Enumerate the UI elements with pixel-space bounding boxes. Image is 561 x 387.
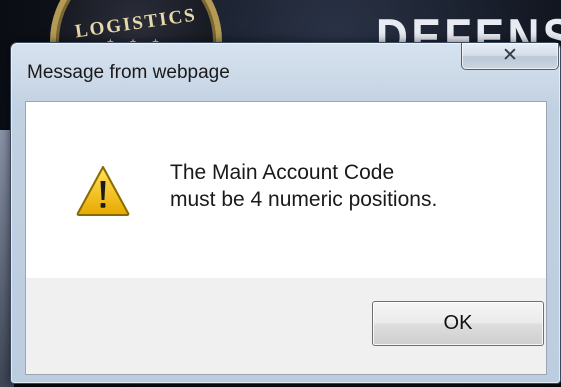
alert-dialog: Message from webpage ✕ The Main Account …	[10, 42, 561, 384]
ok-button[interactable]: OK	[372, 301, 544, 346]
warning-triangle-icon	[76, 166, 130, 216]
close-icon: ✕	[502, 44, 518, 66]
message-line-1: The Main Account Code	[170, 161, 395, 184]
close-button[interactable]: ✕	[461, 43, 559, 70]
dialog-titlebar[interactable]: Message from webpage ✕	[11, 43, 560, 93]
dialog-content: The Main Account Code must be 4 numeric …	[25, 101, 547, 375]
alert-message: The Main Account Code must be 4 numeric …	[170, 159, 437, 213]
message-line-2: must be 4 numeric positions.	[170, 188, 438, 211]
message-area: The Main Account Code must be 4 numeric …	[26, 102, 546, 278]
dialog-title: Message from webpage	[27, 62, 230, 83]
